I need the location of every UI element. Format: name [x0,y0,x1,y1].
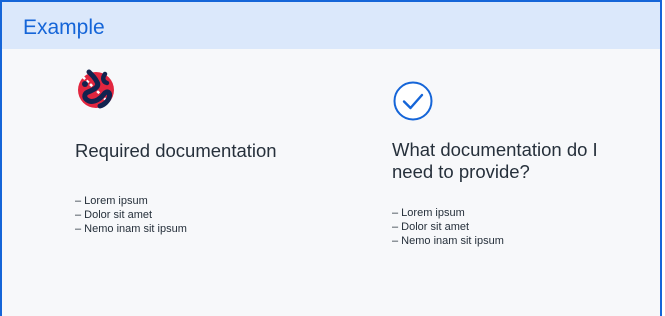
card-title: Example [23,16,105,39]
checkmark-circle-icon [393,81,433,121]
column-required-documentation: Required documentation – Lorem ipsum – D… [75,68,335,236]
column-heading: What documentation do I need to provide? [392,139,598,182]
list-item: – Dolor sit amet [392,221,470,233]
card-header: Example [2,2,660,49]
list-item: – Lorem ipsum [75,195,148,207]
list-item: – Lorem ipsum [392,207,465,219]
list-item: – Nemo inam sit ipsum [392,235,504,247]
column-heading: Required documentation [75,140,277,161]
bullet-list: – Lorem ipsum – Dolor sit amet – Nemo in… [75,194,335,236]
no-entry-icon [78,69,114,109]
example-card: Example Required documentation – Lorem i… [0,0,662,316]
list-item: – Dolor sit amet [75,209,153,221]
list-item: – Nemo inam sit ipsum [75,223,187,235]
bullet-list: – Lorem ipsum – Dolor sit amet – Nemo in… [392,206,652,248]
column-what-documentation: What documentation do I need to provide?… [392,68,652,248]
